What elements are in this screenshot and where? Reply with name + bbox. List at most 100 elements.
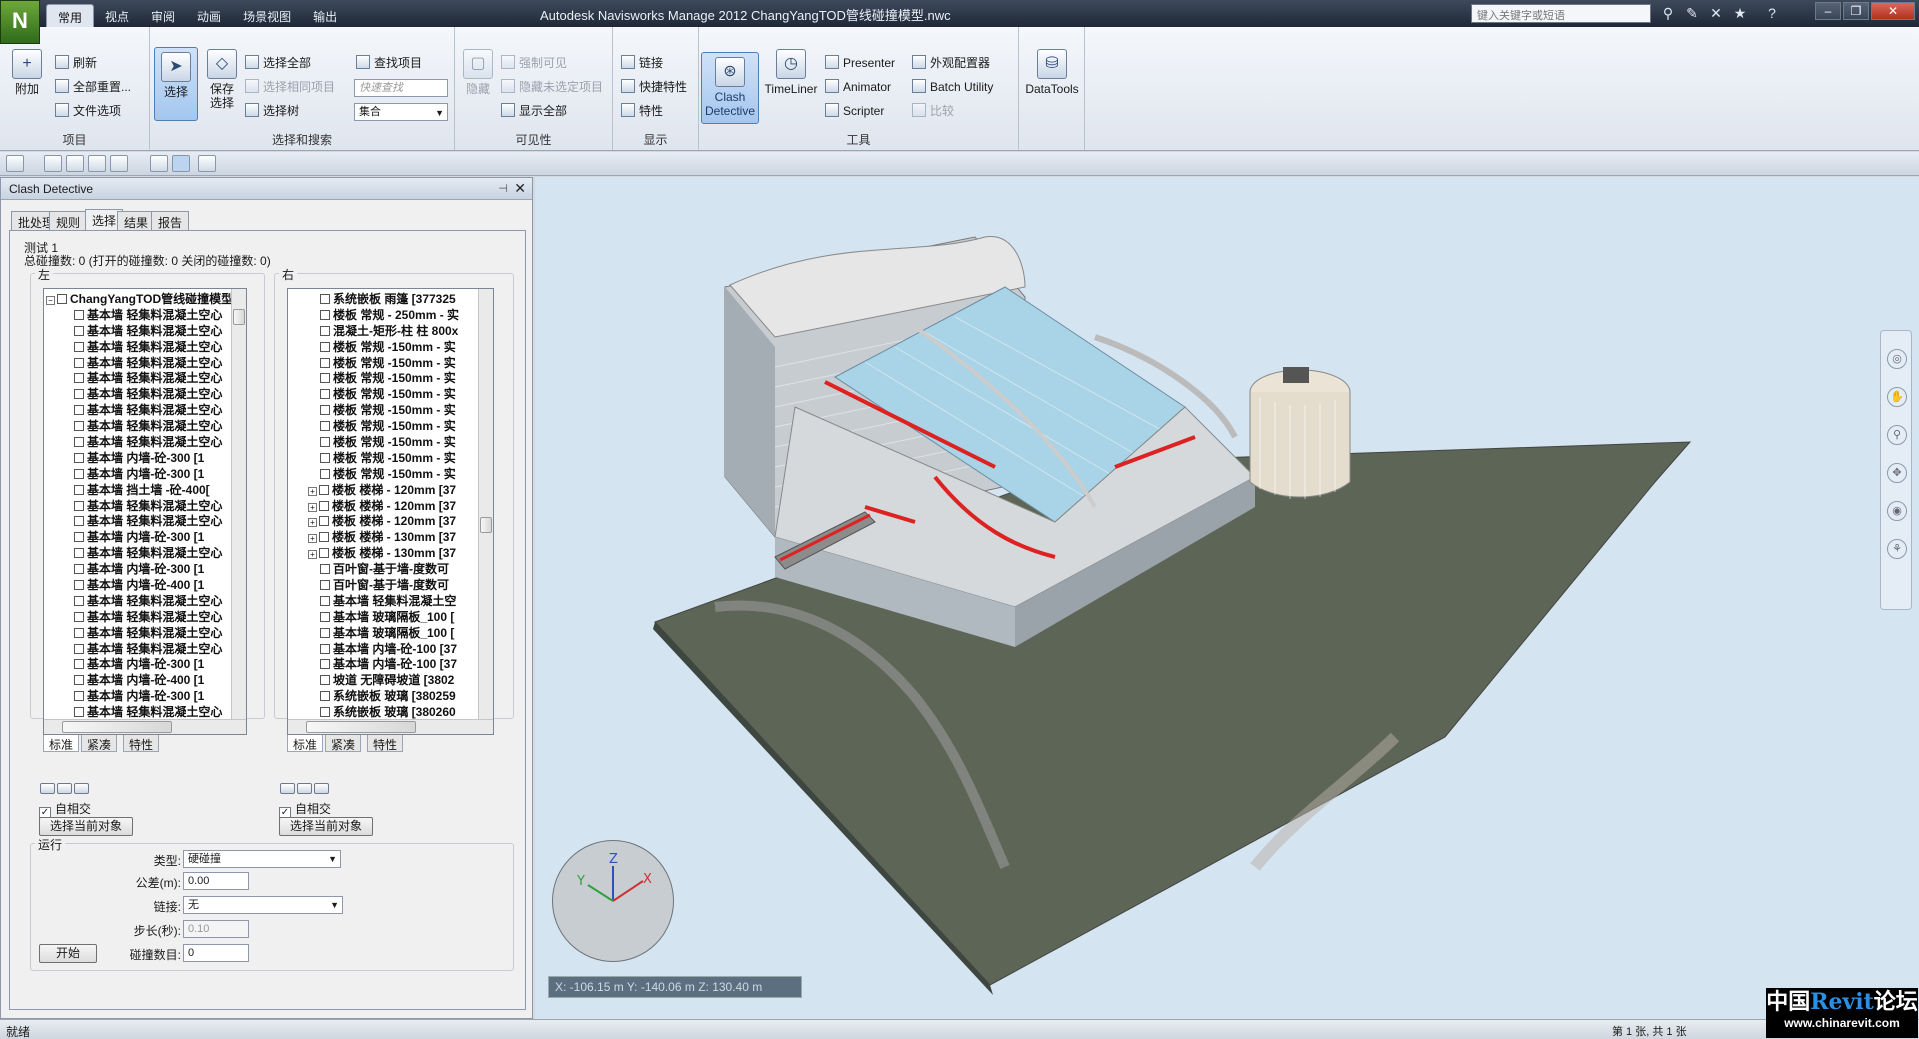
project-panel-label[interactable]: 项目 [0,131,149,148]
batch-utility-button[interactable]: Batch Utility [912,77,993,97]
redo-icon[interactable] [110,155,128,172]
step-input[interactable]: 0.10 [183,920,249,938]
tree-item[interactable]: 基本墙 轻集料混凝土空心 [46,386,232,402]
clash-detective-button[interactable]: ⊛ Clash Detective [701,52,759,124]
expand-icon[interactable]: + [308,502,317,512]
steering-wheel-icon[interactable]: ◎ [1887,349,1907,369]
presenter-button[interactable]: Presenter [825,53,895,73]
tree-item[interactable]: 基本墙 轻集料混凝土空心 [46,307,232,323]
scripter-button[interactable]: Scripter [825,101,884,121]
expand-icon[interactable]: + [308,534,317,544]
clash-tab[interactable]: 报告 [151,211,190,230]
scroll-thumb[interactable] [306,721,416,733]
clash-tab[interactable]: 规则 [49,211,88,230]
zoom-icon[interactable]: ⚲ [1887,425,1907,445]
ribbon-tab[interactable]: 视点 [94,4,140,27]
left-subtab-standard[interactable]: 标准 [43,735,80,752]
tree-item[interactable]: 基本墙 内墙-砼-300 [1 [46,656,232,672]
appearance-profiler-button[interactable]: 外观配置器 [912,53,990,73]
left-select-current-button[interactable]: 选择当前对象 [39,817,133,836]
tree-item[interactable]: 基本墙 内墙-砼-100 [37 [290,641,480,657]
start-button[interactable]: 开始 [39,944,97,963]
open-icon[interactable] [6,155,24,172]
tree-item[interactable]: 基本墙 内墙-砼-100 [37 [290,656,480,672]
tree-item[interactable]: 基本墙 轻集料混凝土空心 [46,609,232,625]
ribbon-tab[interactable]: 审阅 [140,4,186,27]
undo-icon[interactable] [88,155,106,172]
tree-item[interactable]: 基本墙 轻集料混凝土空 [290,593,480,609]
left-tree-hscroll[interactable] [44,719,246,734]
binoculars-icon[interactable]: ⚲ [1658,4,1678,23]
select-cursor-icon[interactable] [172,155,190,172]
points-toggle-icon[interactable] [314,783,329,794]
tree-item[interactable]: 坡道 无障碍坡道 [3802 [290,672,480,688]
datatools-button[interactable]: ⛁ DataTools [1021,49,1083,96]
tree-item[interactable]: 基本墙 轻集料混凝土空心 [46,434,232,450]
save-icon[interactable] [44,155,62,172]
tree-item[interactable]: 基本墙 轻集料混凝土空心 [46,370,232,386]
tree-item[interactable]: 基本墙 轻集料混凝土空心 [46,323,232,339]
link-select[interactable]: 无 ▼ [183,896,343,914]
reset-all-button[interactable]: 全部重置... [55,77,131,97]
tree-item[interactable]: 基本墙 内墙-砼-300 [1 [46,688,232,704]
tree-item[interactable]: 基本墙 内墙-砼-300 [1 [46,450,232,466]
ribbon-tab[interactable]: 动画 [186,4,232,27]
quick-find-input[interactable]: 快速查找 [354,79,448,97]
right-subtab-properties[interactable]: 特性 [367,735,404,752]
find-items-button[interactable]: 查找项目 [356,53,422,73]
hide-unselected-button[interactable]: 隐藏未选定项目 [501,77,603,97]
app-logo[interactable]: N [0,0,40,44]
select-all-button[interactable]: 选择全部 [245,53,311,73]
surfaces-toggle-icon[interactable] [40,783,55,794]
tree-item[interactable]: 基本墙 内墙-砼-300 [1 [46,466,232,482]
tree-item[interactable]: 系统嵌板 玻璃 [380259 [290,688,480,704]
surfaces-toggle-icon[interactable] [280,783,295,794]
ribbon-tab[interactable]: 场景视图 [232,4,302,27]
tools-icon[interactable]: ✎ [1682,4,1702,23]
tree-item[interactable]: 基本墙 挡土墙 -砼-400[ [46,482,232,498]
scroll-thumb[interactable] [62,721,172,733]
lines-toggle-icon[interactable] [297,783,312,794]
tree-item[interactable]: 基本墙 轻集料混凝土空心 [46,402,232,418]
tree-root-item[interactable]: − ChangYangTOD管线碰撞模型 [46,291,233,307]
properties-button[interactable]: 特性 [621,101,663,121]
timeliner-button[interactable]: ◷ TimeLiner [761,49,821,96]
tree-item[interactable]: 基本墙 内墙-砼-400 [1 [46,577,232,593]
tree-item[interactable]: 百叶窗-基于墙-度数可 [290,577,480,593]
tree-item[interactable]: 楼板 常规 -150mm - 实 [290,434,480,450]
tree-item[interactable]: 混凝土-矩形-柱 柱 800x [290,323,480,339]
minimize-button[interactable]: – [1815,2,1841,20]
select-same-button[interactable]: 选择相同项目 [245,77,335,97]
points-toggle-icon[interactable] [74,783,89,794]
collapse-icon[interactable]: − [46,296,55,305]
tree-item[interactable]: 基本墙 轻集料混凝土空心 [46,704,232,720]
close-window-button[interactable]: ✕ [1871,2,1915,20]
search-input[interactable]: 键入关键字或短语 [1471,4,1651,23]
tree-item[interactable]: 楼板 常规 -150mm - 实 [290,386,480,402]
select-search-panel-label[interactable]: 选择和搜索 [150,131,454,148]
file-options-button[interactable]: 文件选项 [55,101,121,121]
tree-item[interactable]: + 楼板 楼梯 - 120mm [37 [290,498,480,514]
scroll-thumb[interactable] [233,309,245,325]
tree-item[interactable]: 基本墙 内墙-砼-300 [1 [46,529,232,545]
quick-properties-button[interactable]: 快捷特性 [621,77,687,97]
unhide-all-button[interactable]: 显示全部 [501,101,567,121]
scroll-thumb[interactable] [480,517,492,533]
left-subtab-compact[interactable]: 紧凑 [81,735,118,752]
communication-icon[interactable]: ✕ [1706,4,1726,23]
save-selection-button[interactable]: ◇ 保存 选择 [202,49,242,110]
tree-item[interactable]: 基本墙 玻璃隔板_100 [ [290,609,480,625]
tree-item[interactable]: 基本墙 轻集料混凝土空心 [46,355,232,371]
clash-tab[interactable]: 结果 [117,211,156,230]
right-subtab-standard[interactable]: 标准 [287,735,324,752]
tree-item[interactable]: 楼板 常规 -150mm - 实 [290,418,480,434]
tolerance-input[interactable]: 0.00 [183,872,249,890]
left-subtab-properties[interactable]: 特性 [123,735,160,752]
orbit-icon[interactable]: ✥ [1887,463,1907,483]
expand-icon[interactable]: + [308,486,317,496]
building-model[interactable] [535,177,1919,1019]
tree-item[interactable]: 基本墙 轻集料混凝土空心 [46,641,232,657]
tree-item[interactable]: 楼板 常规 -150mm - 实 [290,450,480,466]
links-button[interactable]: 链接 [621,53,663,73]
tree-item[interactable]: 基本墙 轻集料混凝土空心 [46,625,232,641]
